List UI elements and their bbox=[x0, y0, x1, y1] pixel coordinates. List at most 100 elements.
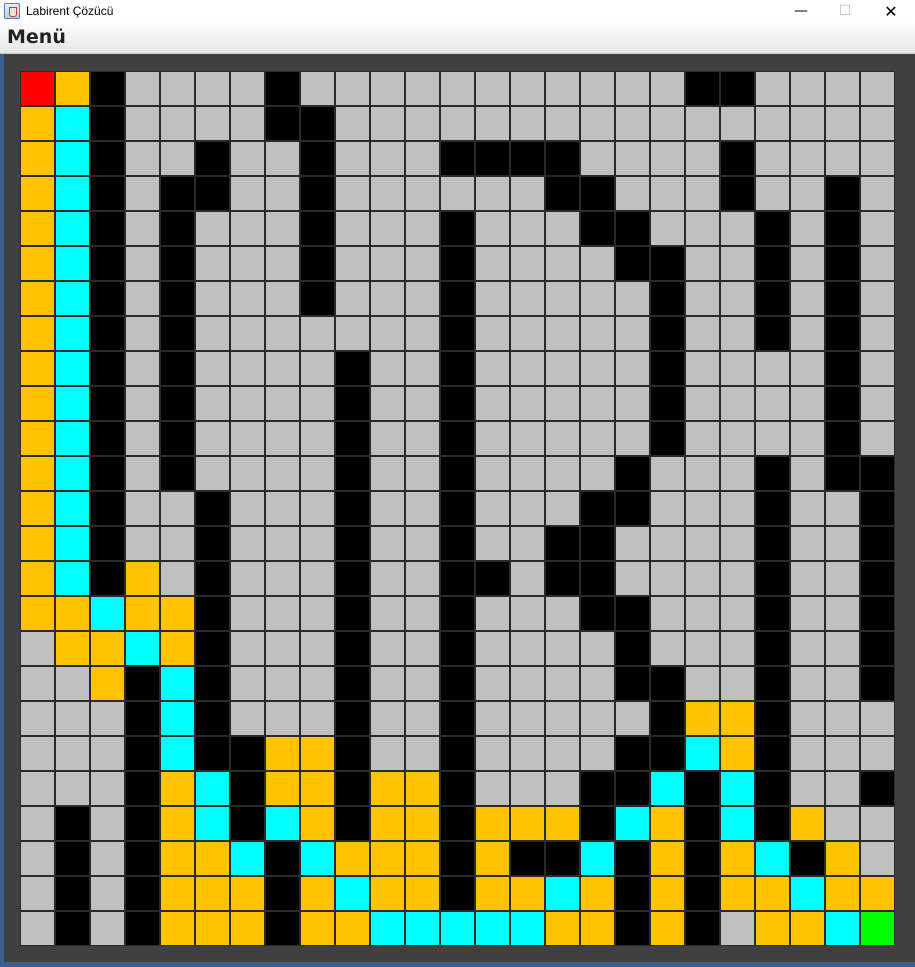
wall-cell[interactable] bbox=[825, 246, 860, 281]
path-cell[interactable] bbox=[720, 876, 755, 911]
empty-cell[interactable] bbox=[370, 421, 405, 456]
wall-cell[interactable] bbox=[755, 736, 790, 771]
visited-cell[interactable] bbox=[55, 491, 90, 526]
wall-cell[interactable] bbox=[125, 911, 160, 946]
wall-cell[interactable] bbox=[440, 351, 475, 386]
wall-cell[interactable] bbox=[650, 421, 685, 456]
empty-cell[interactable] bbox=[720, 211, 755, 246]
empty-cell[interactable] bbox=[125, 71, 160, 106]
empty-cell[interactable] bbox=[475, 491, 510, 526]
empty-cell[interactable] bbox=[720, 281, 755, 316]
wall-cell[interactable] bbox=[440, 421, 475, 456]
empty-cell[interactable] bbox=[755, 176, 790, 211]
empty-cell[interactable] bbox=[195, 351, 230, 386]
empty-cell[interactable] bbox=[825, 561, 860, 596]
visited-cell[interactable] bbox=[335, 876, 370, 911]
wall-cell[interactable] bbox=[265, 841, 300, 876]
empty-cell[interactable] bbox=[790, 316, 825, 351]
path-cell[interactable] bbox=[20, 561, 55, 596]
empty-cell[interactable] bbox=[300, 71, 335, 106]
empty-cell[interactable] bbox=[510, 771, 545, 806]
empty-cell[interactable] bbox=[195, 106, 230, 141]
empty-cell[interactable] bbox=[20, 841, 55, 876]
empty-cell[interactable] bbox=[230, 526, 265, 561]
visited-cell[interactable] bbox=[55, 176, 90, 211]
empty-cell[interactable] bbox=[860, 281, 895, 316]
maximize-button[interactable]: ☐ bbox=[822, 0, 868, 22]
wall-cell[interactable] bbox=[335, 351, 370, 386]
empty-cell[interactable] bbox=[615, 561, 650, 596]
wall-cell[interactable] bbox=[755, 701, 790, 736]
empty-cell[interactable] bbox=[370, 281, 405, 316]
empty-cell[interactable] bbox=[510, 316, 545, 351]
empty-cell[interactable] bbox=[825, 631, 860, 666]
empty-cell[interactable] bbox=[475, 456, 510, 491]
wall-cell[interactable] bbox=[755, 631, 790, 666]
wall-cell[interactable] bbox=[615, 736, 650, 771]
path-cell[interactable] bbox=[20, 351, 55, 386]
empty-cell[interactable] bbox=[545, 771, 580, 806]
visited-cell[interactable] bbox=[545, 876, 580, 911]
empty-cell[interactable] bbox=[825, 141, 860, 176]
wall-cell[interactable] bbox=[335, 701, 370, 736]
wall-cell[interactable] bbox=[300, 211, 335, 246]
empty-cell[interactable] bbox=[440, 176, 475, 211]
wall-cell[interactable] bbox=[335, 561, 370, 596]
empty-cell[interactable] bbox=[720, 386, 755, 421]
empty-cell[interactable] bbox=[20, 876, 55, 911]
empty-cell[interactable] bbox=[125, 526, 160, 561]
empty-cell[interactable] bbox=[300, 316, 335, 351]
empty-cell[interactable] bbox=[405, 351, 440, 386]
empty-cell[interactable] bbox=[860, 246, 895, 281]
path-cell[interactable] bbox=[125, 561, 160, 596]
wall-cell[interactable] bbox=[860, 771, 895, 806]
empty-cell[interactable] bbox=[195, 386, 230, 421]
wall-cell[interactable] bbox=[440, 246, 475, 281]
path-cell[interactable] bbox=[755, 876, 790, 911]
empty-cell[interactable] bbox=[545, 421, 580, 456]
wall-cell[interactable] bbox=[440, 596, 475, 631]
empty-cell[interactable] bbox=[580, 456, 615, 491]
empty-cell[interactable] bbox=[300, 386, 335, 421]
empty-cell[interactable] bbox=[370, 456, 405, 491]
empty-cell[interactable] bbox=[335, 316, 370, 351]
path-cell[interactable] bbox=[160, 911, 195, 946]
empty-cell[interactable] bbox=[790, 281, 825, 316]
empty-cell[interactable] bbox=[300, 491, 335, 526]
empty-cell[interactable] bbox=[545, 631, 580, 666]
empty-cell[interactable] bbox=[125, 351, 160, 386]
empty-cell[interactable] bbox=[265, 316, 300, 351]
empty-cell[interactable] bbox=[265, 421, 300, 456]
empty-cell[interactable] bbox=[125, 281, 160, 316]
wall-cell[interactable] bbox=[510, 841, 545, 876]
empty-cell[interactable] bbox=[440, 71, 475, 106]
empty-cell[interactable] bbox=[685, 106, 720, 141]
empty-cell[interactable] bbox=[720, 421, 755, 456]
empty-cell[interactable] bbox=[615, 351, 650, 386]
empty-cell[interactable] bbox=[685, 351, 720, 386]
empty-cell[interactable] bbox=[55, 736, 90, 771]
empty-cell[interactable] bbox=[650, 71, 685, 106]
wall-cell[interactable] bbox=[825, 351, 860, 386]
empty-cell[interactable] bbox=[510, 526, 545, 561]
empty-cell[interactable] bbox=[510, 351, 545, 386]
empty-cell[interactable] bbox=[790, 596, 825, 631]
wall-cell[interactable] bbox=[790, 841, 825, 876]
empty-cell[interactable] bbox=[90, 736, 125, 771]
path-cell[interactable] bbox=[20, 456, 55, 491]
wall-cell[interactable] bbox=[125, 701, 160, 736]
empty-cell[interactable] bbox=[510, 176, 545, 211]
wall-cell[interactable] bbox=[440, 561, 475, 596]
empty-cell[interactable] bbox=[125, 456, 160, 491]
empty-cell[interactable] bbox=[685, 246, 720, 281]
empty-cell[interactable] bbox=[230, 71, 265, 106]
empty-cell[interactable] bbox=[685, 141, 720, 176]
wall-cell[interactable] bbox=[125, 876, 160, 911]
visited-cell[interactable] bbox=[55, 561, 90, 596]
empty-cell[interactable] bbox=[125, 491, 160, 526]
empty-cell[interactable] bbox=[405, 211, 440, 246]
path-cell[interactable] bbox=[300, 806, 335, 841]
path-cell[interactable] bbox=[405, 876, 440, 911]
empty-cell[interactable] bbox=[405, 561, 440, 596]
empty-cell[interactable] bbox=[615, 176, 650, 211]
